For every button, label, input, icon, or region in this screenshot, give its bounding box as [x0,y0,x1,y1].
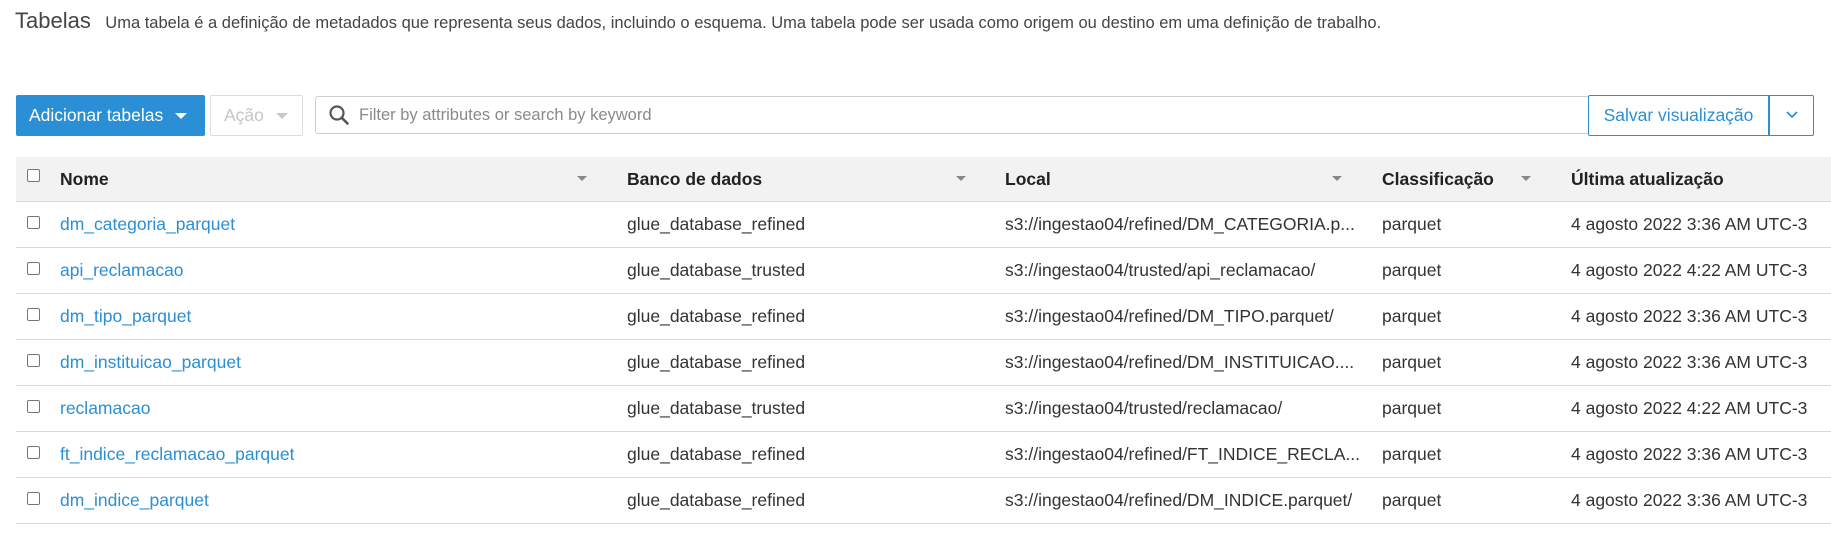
location-cell: s3://ingestao04/refined/DM_INDICE.parque… [1005,490,1353,510]
last-updated-cell: 4 agosto 2022 4:22 AM UTC-3 [1571,398,1808,418]
column-header-database[interactable]: Banco de dados [627,157,762,201]
select-all-checkbox[interactable] [27,169,40,182]
table-row[interactable]: dm_categoria_parquet glue_database_refin… [16,202,1831,248]
classification-cell: parquet [1382,398,1442,418]
location-cell: s3://ingestao04/trusted/reclamacao/ [1005,398,1283,418]
location-cell: s3://ingestao04/refined/DM_TIPO.parquet/ [1005,306,1334,326]
toolbar: Adicionar tabelas Ação Salvar visualizaç… [16,95,1831,136]
classification-cell: parquet [1382,260,1442,280]
table-row[interactable]: dm_tipo_parquet glue_database_refined s3… [16,294,1831,340]
table-row[interactable]: dm_instituicao_parquet glue_database_ref… [16,340,1831,386]
table-name-link[interactable]: ft_indice_reclamacao_parquet [60,432,294,477]
row-checkbox[interactable] [27,492,40,505]
classification-cell: parquet [1382,352,1442,372]
location-cell: s3://ingestao04/refined/DM_CATEGORIA.p..… [1005,214,1355,234]
page-header: Tabelas Uma tabela é a definição de meta… [15,8,1381,34]
action-button[interactable]: Ação [210,95,303,136]
row-checkbox[interactable] [27,400,40,413]
save-view-dropdown-button[interactable] [1769,95,1814,136]
last-updated-cell: 4 agosto 2022 3:36 AM UTC-3 [1571,214,1808,234]
search-icon [321,97,357,133]
database-cell: glue_database_refined [627,444,806,464]
caret-down-icon [275,112,288,119]
last-updated-cell: 4 agosto 2022 3:36 AM UTC-3 [1571,352,1808,372]
location-cell: s3://ingestao04/refined/FT_INDICE_RECLA.… [1005,444,1361,464]
table-name-link[interactable]: dm_tipo_parquet [60,294,191,339]
location-cell: s3://ingestao04/refined/DM_INSTITUICAO..… [1005,352,1355,372]
table-header: Nome Banco de dados Local Classificação … [16,157,1831,202]
table-row[interactable]: ft_indice_reclamacao_parquet glue_databa… [16,432,1831,478]
column-header-location[interactable]: Local [1005,157,1051,201]
table-row[interactable]: reclamacao glue_database_trusted s3://in… [16,386,1831,432]
add-tables-label: Adicionar tabelas [29,105,164,125]
action-label: Ação [224,105,264,125]
column-header-last-updated[interactable]: Última atualização [1571,157,1724,201]
sort-caret-icon[interactable] [1521,176,1531,181]
search-input[interactable] [357,97,1590,133]
table-name-link[interactable]: api_reclamacao [60,248,184,293]
last-updated-cell: 4 agosto 2022 4:22 AM UTC-3 [1571,260,1808,280]
database-cell: glue_database_refined [627,490,806,510]
chevron-down-icon [1785,107,1799,125]
classification-cell: parquet [1382,444,1442,464]
database-cell: glue_database_refined [627,306,806,326]
row-checkbox[interactable] [27,308,40,321]
page-title: Tabelas [15,8,91,33]
table-row[interactable]: dm_indice_parquet glue_database_refined … [16,478,1831,524]
classification-cell: parquet [1382,490,1442,510]
sort-caret-icon[interactable] [1332,176,1342,181]
column-header-name[interactable]: Nome [60,157,109,201]
row-checkbox[interactable] [27,262,40,275]
database-cell: glue_database_trusted [627,260,806,280]
page-description: Uma tabela é a definição de metadados qu… [105,14,1382,32]
column-header-classification[interactable]: Classificação [1382,157,1494,201]
database-cell: glue_database_refined [627,214,806,234]
row-checkbox[interactable] [27,446,40,459]
search-box [315,96,1591,134]
database-cell: glue_database_trusted [627,398,806,418]
table-name-link[interactable]: dm_categoria_parquet [60,202,235,247]
row-checkbox[interactable] [27,216,40,229]
last-updated-cell: 4 agosto 2022 3:36 AM UTC-3 [1571,306,1808,326]
caret-down-icon [175,112,188,119]
row-checkbox[interactable] [27,354,40,367]
table-name-link[interactable]: dm_indice_parquet [60,478,209,523]
classification-cell: parquet [1382,214,1442,234]
last-updated-cell: 4 agosto 2022 3:36 AM UTC-3 [1571,444,1808,464]
database-cell: glue_database_refined [627,352,806,372]
table-name-link[interactable]: reclamacao [60,386,150,431]
last-updated-cell: 4 agosto 2022 3:36 AM UTC-3 [1571,490,1808,510]
add-tables-button[interactable]: Adicionar tabelas [16,95,205,136]
table-row[interactable]: api_reclamacao glue_database_trusted s3:… [16,248,1831,294]
sort-caret-icon[interactable] [956,176,966,181]
save-view-button[interactable]: Salvar visualização [1588,95,1769,136]
sort-caret-icon[interactable] [577,176,587,181]
location-cell: s3://ingestao04/trusted/api_reclamacao/ [1005,260,1316,280]
table-name-link[interactable]: dm_instituicao_parquet [60,340,241,385]
tables-table: Nome Banco de dados Local Classificação … [16,157,1831,524]
classification-cell: parquet [1382,306,1442,326]
